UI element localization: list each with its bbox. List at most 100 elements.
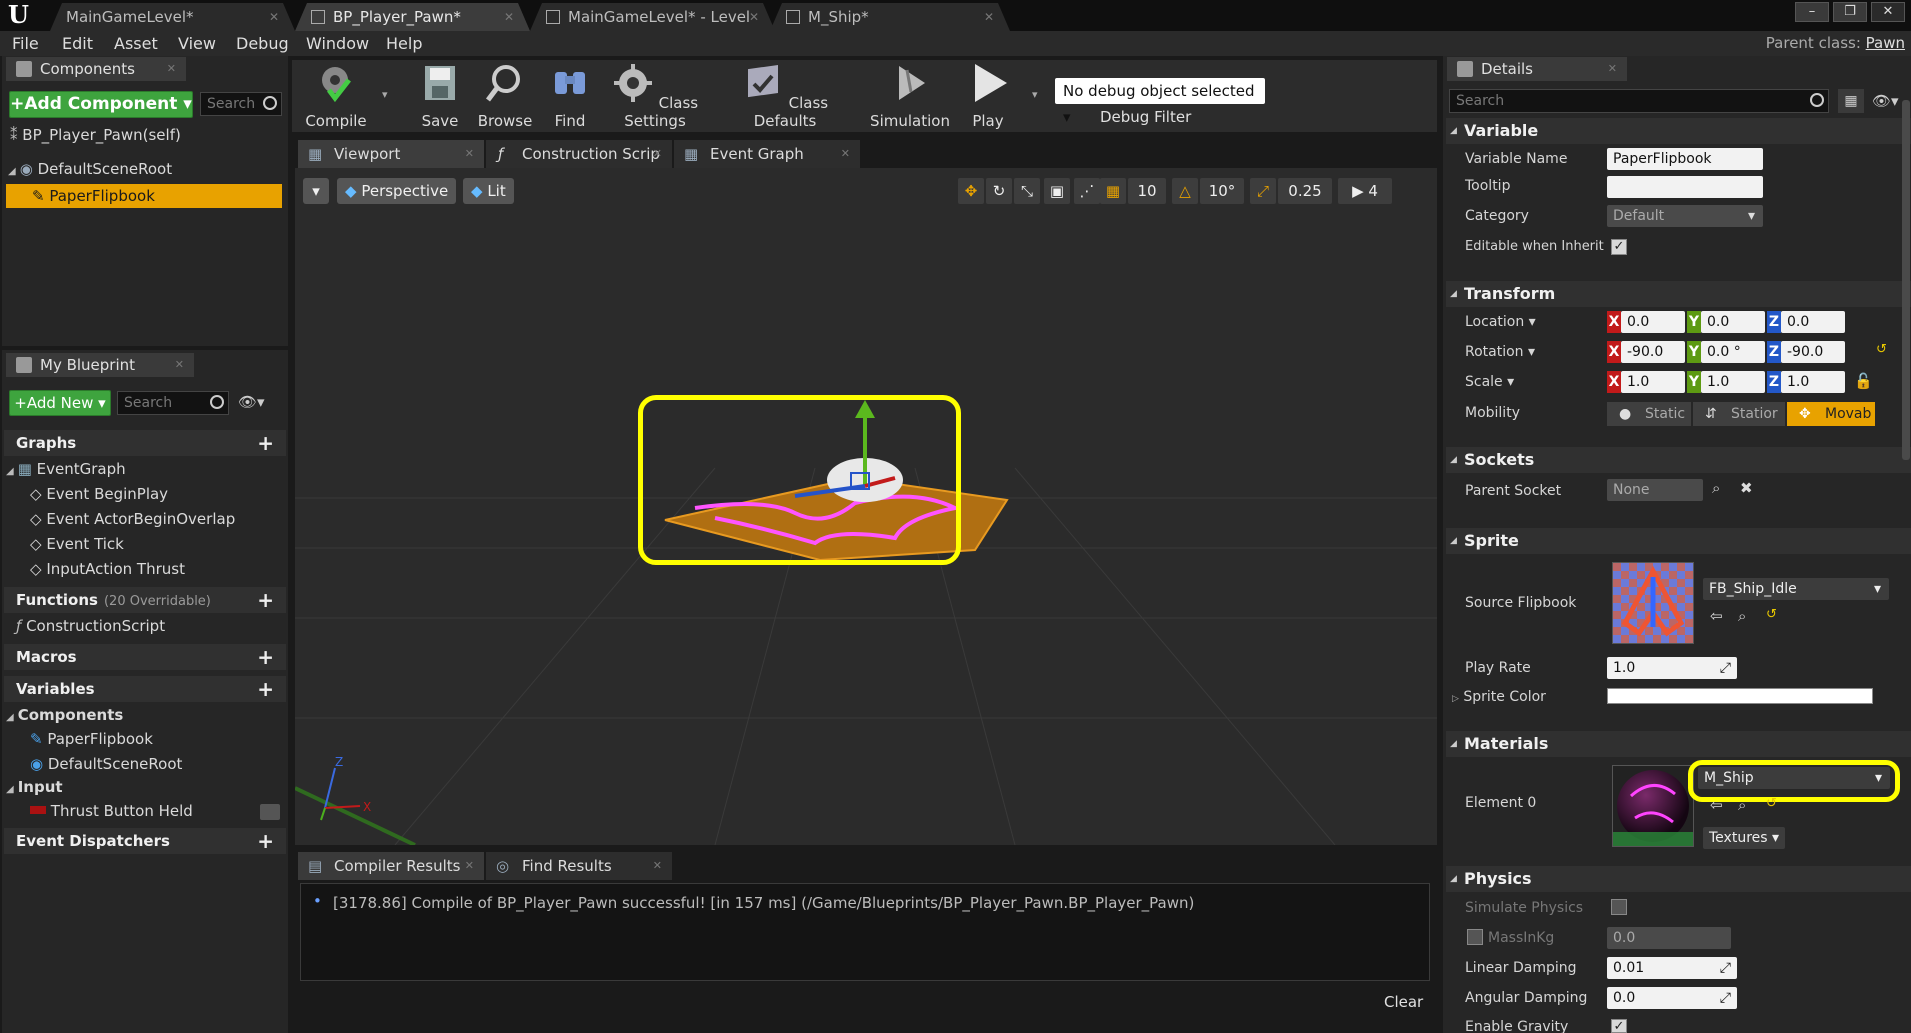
browse-asset-icon[interactable]: ⌕ [1738,796,1746,814]
section-variables[interactable]: Variables + [4,676,286,702]
tab-viewport[interactable]: ▦ Viewport ✕ [298,140,484,168]
tab-compiler-results[interactable]: ▤ Compiler Results ✕ [298,852,484,880]
flipbook-thumbnail[interactable] [1612,562,1694,644]
section-macros[interactable]: Macros + [4,644,286,670]
construction-script-item[interactable]: ƒ ConstructionScript [16,617,165,635]
rotation-x-input[interactable]: -90.0 [1621,341,1685,363]
location-z-input[interactable]: 0.0 [1781,311,1845,333]
play-rate-input[interactable]: 1.0 ⤢ [1607,657,1737,679]
section-variable[interactable]: Variable [1446,118,1911,144]
tab-bp-player-pawn[interactable]: BP_Player_Pawn* ✕ [295,3,530,31]
material-select[interactable]: M_Ship ▾ [1698,767,1890,789]
grid-snap-value[interactable]: 10 [1128,178,1166,204]
close-window-icon[interactable]: ✕ [1871,2,1905,22]
lock-icon[interactable]: 🔓 [1854,372,1873,390]
viewport-options-button[interactable]: ▾ [303,178,329,204]
maximize-icon[interactable]: ❐ [1833,2,1867,22]
self-row[interactable]: ⁑ BP_Player_Pawn(self) [10,126,181,144]
close-icon[interactable]: ✕ [984,3,994,31]
variable-scroll-handle[interactable] [260,804,280,820]
property-matrix-icon[interactable]: ▦ [1838,89,1864,113]
browse-asset-icon[interactable]: ⌕ [1738,607,1746,625]
event-graph-item[interactable]: ◢ ▦ EventGraph [6,460,126,478]
close-icon[interactable]: ✕ [167,57,176,81]
add-dispatcher-icon[interactable]: + [257,828,274,854]
minimize-icon[interactable]: – [1795,2,1829,22]
component-default-scene-root[interactable]: ◢ ◉ DefaultSceneRoot [8,160,172,178]
class-defaults-button[interactable]: Class Defaults [732,60,838,132]
scale-snap-value[interactable]: 0.25 [1278,178,1332,204]
mobility-stationary[interactable]: ⇵ Statior [1693,402,1785,426]
close-icon[interactable]: ✕ [653,852,662,880]
simulate-physics-checkbox[interactable] [1611,899,1627,915]
menu-asset[interactable]: Asset [114,34,158,53]
section-materials[interactable]: Materials [1446,731,1911,757]
menu-debug[interactable]: Debug [236,34,289,53]
spin-drag-icon[interactable]: ⤢ [1720,987,1731,1009]
close-icon[interactable]: ✕ [504,3,514,31]
parent-class-link[interactable]: Pawn [1866,34,1905,52]
expand-icon[interactable]: ▷ [1452,694,1459,704]
rotation-snap-icon[interactable]: △ [1172,178,1198,204]
details-scrollbar[interactable] [1902,100,1910,460]
mass-override-checkbox[interactable] [1467,929,1483,945]
components-search-input[interactable]: Search [200,92,282,116]
scale-x-input[interactable]: 1.0 [1621,371,1685,393]
close-icon[interactable]: ✕ [465,852,474,880]
debug-object-select[interactable]: No debug object selected ▾ [1055,78,1265,126]
parent-socket-input[interactable]: None [1607,479,1703,501]
browse-button[interactable]: Browse [472,60,538,132]
viewport[interactable]: X Z ▾ ◆ Perspective ◆ Lit ✥ ↻ ⤡ ▣ ⋰ ▦ 10… [295,168,1437,845]
visibility-eye-icon[interactable]: 👁▾ [238,393,265,411]
event-item[interactable]: ◇ Event BeginPlay [30,485,168,503]
save-button[interactable]: Save [410,60,470,132]
use-selected-asset-icon[interactable]: ⇦ [1710,796,1723,814]
editable-when-inherited-checkbox[interactable]: ✓ [1611,239,1627,255]
browse-socket-icon[interactable]: ⌕ [1712,479,1720,497]
angular-damping-input[interactable]: 0.0 ⤢ [1607,987,1737,1009]
tab-my-blueprint[interactable]: My Blueprint ✕ [6,353,194,377]
lit-button[interactable]: ◆ Lit [463,178,514,204]
add-component-button[interactable]: +Add Component ▾ [9,91,193,118]
scale-mode-icon[interactable]: ⤡ [1014,178,1040,204]
add-variable-icon[interactable]: + [257,676,274,702]
variable-item[interactable]: ✎ PaperFlipbook [30,730,153,748]
class-settings-button[interactable]: Class Settings [602,60,708,132]
simulation-button[interactable]: Simulation [860,60,960,132]
perspective-button[interactable]: ◆ Perspective [337,178,457,204]
menu-help[interactable]: Help [386,34,422,53]
source-flipbook-select[interactable]: FB_Ship_Idle ▾ [1703,578,1889,600]
rotation-snap-value[interactable]: 10° [1200,178,1244,204]
camera-speed-button[interactable]: ▶ 4 [1338,178,1392,204]
mobility-movable[interactable]: ✥ Movab [1787,402,1875,426]
use-selected-asset-icon[interactable]: ⇦ [1710,607,1723,625]
spin-drag-icon[interactable]: ⤢ [1720,657,1731,679]
spin-drag-icon[interactable]: ⤢ [1720,957,1731,979]
category-select[interactable]: Default ▾ [1607,205,1763,227]
visibility-eye-icon[interactable]: 👁▾ [1872,92,1899,110]
scale-snap-icon[interactable]: ⤢ [1250,178,1276,204]
expand-icon[interactable]: ◢ [8,166,16,177]
tab-m-ship[interactable]: M_Ship* ✕ [770,3,1010,31]
event-item[interactable]: ◇ Event ActorBeginOverlap [30,510,235,528]
mobility-static[interactable]: ● Static [1607,402,1691,426]
add-graph-icon[interactable]: + [257,430,274,456]
rotation-z-input[interactable]: -90.0 [1781,341,1845,363]
tab-level[interactable]: MainGameLevel* - Level ✕ [530,3,775,31]
linear-damping-input[interactable]: 0.01 ⤢ [1607,957,1737,979]
menu-view[interactable]: View [178,34,216,53]
clear-socket-icon[interactable]: ✖ [1740,479,1753,497]
close-icon[interactable]: ✕ [1608,57,1617,81]
reset-to-default-icon[interactable]: ↺ [1876,342,1887,357]
close-icon[interactable]: ✕ [269,3,279,31]
translate-mode-icon[interactable]: ✥ [958,178,984,204]
world-local-icon[interactable]: ▣ [1044,178,1070,204]
event-item[interactable]: ◇ Event Tick [30,535,124,553]
section-event-dispatchers[interactable]: Event Dispatchers + [4,828,286,854]
menu-window[interactable]: Window [306,34,369,53]
play-options-icon[interactable]: ▾ [1032,88,1038,101]
section-transform[interactable]: Transform [1446,281,1911,307]
add-function-icon[interactable]: + [257,587,274,613]
reset-to-default-icon[interactable]: ↺ [1766,607,1777,622]
blueprint-search-input[interactable]: Search [117,391,229,415]
